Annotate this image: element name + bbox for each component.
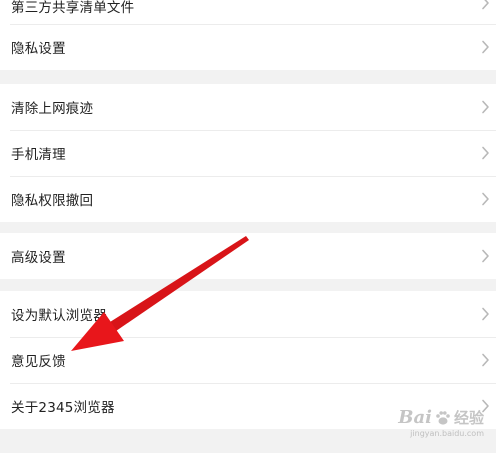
chevron-right-icon: [481, 146, 490, 160]
chevron-right-icon: [481, 40, 490, 54]
chevron-right-icon: [481, 353, 490, 367]
settings-row-feedback[interactable]: 意见反馈: [0, 337, 496, 383]
settings-row-label: 设为默认浏览器: [11, 308, 107, 324]
settings-row-about-browser[interactable]: 关于2345浏览器: [0, 383, 496, 429]
chevron-right-icon: [481, 100, 490, 114]
settings-row-set-default-browser[interactable]: 设为默认浏览器: [0, 291, 496, 337]
chevron-right-icon: [481, 307, 490, 321]
chevron-right-icon: [481, 399, 490, 413]
settings-row-label: 隐私权限撤回: [11, 193, 94, 209]
chevron-right-icon: [481, 249, 490, 263]
settings-row-phone-cleanup[interactable]: 手机清理: [0, 130, 496, 176]
settings-group-advanced: 高级设置: [0, 233, 496, 279]
settings-row-clear-history[interactable]: 清除上网痕迹: [0, 84, 496, 130]
settings-row-revoke-permissions[interactable]: 隐私权限撤回: [0, 176, 496, 222]
settings-row-label: 隐私设置: [11, 41, 66, 57]
watermark-url: jingyan.baidu.com: [410, 429, 484, 438]
settings-row-advanced-settings[interactable]: 高级设置: [0, 233, 496, 279]
settings-row-privacy-settings[interactable]: 隐私设置: [0, 24, 496, 70]
settings-group-privacy: 第三方共享清单文件 隐私设置: [0, 0, 496, 70]
settings-group-cleanup: 清除上网痕迹 手机清理 隐私权限撤回: [0, 84, 496, 222]
settings-row-label: 关于2345浏览器: [11, 400, 115, 416]
chevron-right-icon: [481, 0, 490, 10]
settings-row-label: 高级设置: [11, 250, 66, 266]
chevron-right-icon: [481, 192, 490, 206]
settings-group-about: 设为默认浏览器 意见反馈 关于2345浏览器: [0, 291, 496, 429]
settings-row-third-party-list[interactable]: 第三方共享清单文件: [0, 0, 496, 24]
settings-row-label: 意见反馈: [11, 354, 66, 370]
settings-row-label: 第三方共享清单文件: [11, 0, 135, 16]
settings-row-label: 手机清理: [11, 147, 66, 163]
settings-row-label: 清除上网痕迹: [11, 101, 94, 117]
